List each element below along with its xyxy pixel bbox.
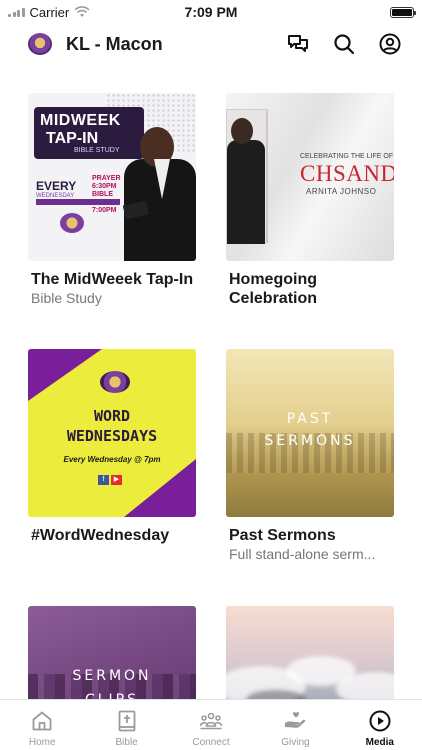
thumb-text: Every Wednesday @ 7pm [63, 455, 161, 464]
youtube-icon: ▶ [111, 475, 122, 485]
app-header: KL - Macon [0, 26, 422, 62]
photo-figure [227, 140, 265, 244]
facebook-icon: f [98, 475, 109, 485]
card-thumbnail[interactable]: CELEBRATING THE LIFE OF CHSAND ARNITA JO… [226, 93, 394, 261]
thumb-text: BIBLE STUDY [74, 147, 120, 154]
tab-label: Media [365, 737, 394, 748]
tab-bible[interactable]: Bible [84, 700, 168, 750]
media-card-midweek[interactable]: MIDWEEK TAP-IN BIBLE STUDY EVERY WEDNESD… [28, 93, 196, 307]
page-title: KL - Macon [66, 33, 163, 54]
home-icon [32, 711, 52, 731]
card-subtitle: Full stand-alone serm... [229, 546, 376, 562]
church-logo[interactable] [28, 33, 52, 55]
status-left: Carrier [8, 5, 148, 20]
media-card-word-wednesday[interactable]: WORD WEDNESDAYS Every Wednesday @ 7pm f … [28, 349, 196, 545]
purple-triangle [124, 459, 196, 517]
photo-frame [266, 111, 268, 243]
thumb-text: CELEBRATING THE LIFE OF [300, 153, 394, 160]
tab-media[interactable]: Media [338, 700, 422, 750]
wifi-icon [74, 6, 90, 17]
card-subtitle: Bible Study [31, 290, 102, 306]
card-thumbnail[interactable]: WORD WEDNESDAYS Every Wednesday @ 7pm f … [28, 349, 196, 517]
status-right [274, 6, 416, 18]
media-card-past-sermons[interactable]: PAST SERMONS Past Sermons Full stand-alo… [226, 349, 394, 563]
tab-giving[interactable]: Giving [253, 700, 337, 750]
signal-icon [8, 7, 25, 17]
thumb-text: MIDWEEK [40, 112, 121, 129]
status-time: 7:09 PM [184, 4, 238, 20]
thumb-text: SERMON [72, 668, 152, 684]
thumb-text: WEDNESDAYS [66, 427, 158, 445]
thumb-text: ARNITA JOHNSO [306, 187, 377, 196]
card-title[interactable]: Homegoing Celebration [226, 270, 394, 308]
card-thumbnail[interactable]: PAST SERMONS [226, 349, 394, 517]
bottom-tab-bar: Home Bible Connect Giving Media [0, 699, 422, 750]
thumb-text: SERMONS [264, 433, 356, 449]
connect-icon [199, 712, 223, 730]
tab-label: Giving [281, 737, 310, 748]
card-title[interactable]: Past Sermons [226, 526, 394, 545]
purple-triangle [28, 349, 102, 401]
thumb-text: WORD [93, 407, 131, 425]
thumbnail-banner: MIDWEEK TAP-IN BIBLE STUDY [34, 107, 144, 159]
thumb-text: EVERY [36, 179, 77, 193]
bible-icon [118, 710, 136, 732]
giving-icon [285, 712, 306, 728]
media-card-homegoing[interactable]: CELEBRATING THE LIFE OF CHSAND ARNITA JO… [226, 93, 394, 308]
church-emblem [60, 213, 84, 233]
card-title[interactable]: #WordWednesday [28, 526, 196, 545]
thumb-text: CHSAND [300, 161, 394, 186]
carrier-label: Carrier [29, 4, 70, 20]
messages-icon[interactable] [286, 32, 310, 56]
tab-home[interactable]: Home [0, 700, 84, 750]
thumb-text: PAST [286, 411, 334, 427]
thumbnail-bar [36, 199, 120, 205]
search-icon[interactable] [332, 32, 356, 56]
thumb-text: TAP-IN [46, 130, 99, 147]
photo-head [231, 118, 253, 144]
card-thumbnail[interactable]: MIDWEEK TAP-IN BIBLE STUDY EVERY WEDNESD… [28, 93, 196, 261]
social-icons: f ▶ [98, 475, 122, 485]
battery-icon [390, 6, 416, 18]
tab-connect[interactable]: Connect [169, 700, 253, 750]
media-icon [369, 710, 391, 732]
status-bar: Carrier 7:09 PM [0, 0, 422, 24]
card-title[interactable]: The MidWeeek Tap-In [28, 270, 196, 289]
tab-label: Bible [115, 737, 138, 748]
memorial-photo [226, 109, 268, 244]
header-actions [286, 32, 402, 56]
tab-label: Connect [192, 737, 230, 748]
profile-icon[interactable] [378, 32, 402, 56]
church-emblem [100, 371, 130, 393]
tab-label: Home [28, 737, 56, 748]
